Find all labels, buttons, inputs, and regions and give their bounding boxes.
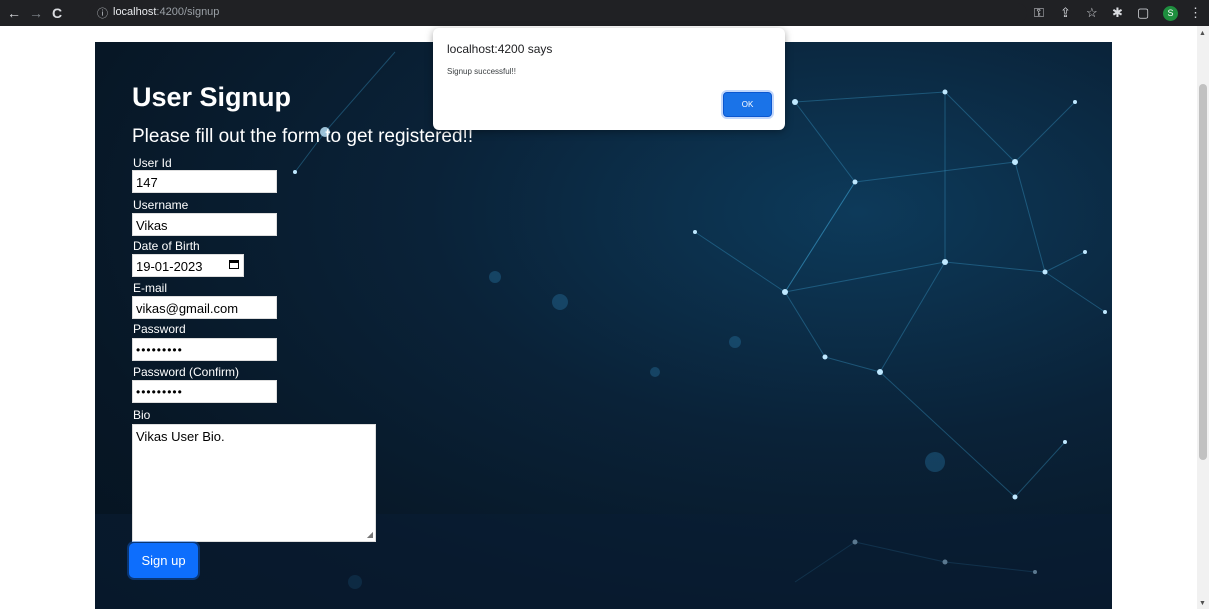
- key-icon[interactable]: ⚿: [1034, 4, 1044, 22]
- bio-text: Vikas User Bio.: [136, 429, 225, 444]
- dialog-title: localhost:4200 says: [447, 42, 553, 56]
- email-input[interactable]: vikas@gmail.com: [132, 296, 277, 319]
- reload-icon[interactable]: C: [52, 4, 62, 22]
- scroll-down-arrow-icon[interactable]: ▼: [1199, 600, 1206, 607]
- password-label: Password: [133, 322, 186, 336]
- url-text: localhost:4200/signup: [113, 6, 220, 18]
- dob-value: 19-01-2023: [136, 259, 203, 274]
- dob-label: Date of Birth: [133, 239, 200, 253]
- menu-kebab-icon[interactable]: ⋮: [1189, 4, 1202, 22]
- page-scrollbar[interactable]: ▲ ▼: [1197, 26, 1209, 609]
- share-icon[interactable]: ⇪: [1060, 4, 1071, 22]
- username-input[interactable]: Vikas: [132, 213, 277, 236]
- password-confirm-label: Password (Confirm): [133, 365, 240, 379]
- user-id-input[interactable]: 147: [132, 170, 277, 193]
- email-label: E-mail: [133, 281, 168, 295]
- page-subtitle: Please fill out the form to get register…: [132, 126, 474, 147]
- back-arrow-icon[interactable]: ←: [7, 4, 21, 22]
- calendar-icon[interactable]: [229, 260, 239, 269]
- dialog-ok-button[interactable]: OK: [723, 92, 772, 117]
- password-confirm-input[interactable]: •••••••••: [132, 380, 277, 403]
- forward-arrow-icon[interactable]: →: [29, 4, 43, 22]
- browser-toolbar: ← → C ⓘ localhost:4200/signup ⚿ ⇪ ☆ ✱ ▢ …: [0, 0, 1209, 26]
- extensions-icon[interactable]: ✱: [1112, 4, 1123, 22]
- signup-button[interactable]: Sign up: [129, 543, 198, 578]
- side-panel-icon[interactable]: ▢: [1137, 4, 1149, 22]
- scroll-thumb[interactable]: [1199, 84, 1207, 460]
- star-icon[interactable]: ☆: [1086, 4, 1098, 22]
- username-label: Username: [133, 198, 189, 212]
- info-icon[interactable]: ⓘ: [97, 5, 108, 21]
- bio-label: Bio: [133, 408, 151, 422]
- profile-avatar[interactable]: S: [1163, 6, 1178, 21]
- dob-date-input[interactable]: 19-01-2023: [132, 254, 244, 277]
- bio-textarea[interactable]: Vikas User Bio. ◢: [132, 424, 376, 542]
- scroll-up-arrow-icon[interactable]: ▲: [1199, 30, 1206, 37]
- resize-handle-icon[interactable]: ◢: [367, 530, 373, 539]
- password-input[interactable]: •••••••••: [132, 338, 277, 361]
- alert-dialog: localhost:4200 says Signup successful!! …: [433, 28, 785, 130]
- user-id-label: User Id: [133, 156, 172, 170]
- address-bar[interactable]: ⓘ localhost:4200/signup: [89, 3, 1027, 23]
- dialog-message: Signup successful!!: [447, 67, 516, 76]
- page-title: User Signup: [132, 82, 292, 112]
